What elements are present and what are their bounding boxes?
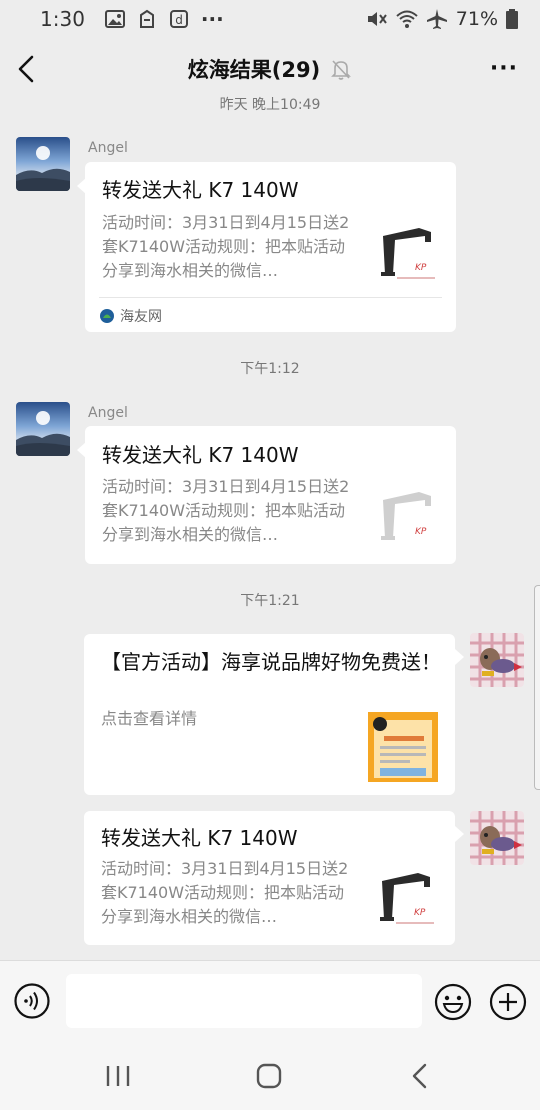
mute-icon: [367, 12, 387, 26]
link-card[interactable]: 转发送大礼 K7 140W 活动时间：3月31日到4月15日送2套K7140W活…: [85, 162, 456, 332]
chat-header: 炫海结果(29) ···: [0, 38, 540, 100]
source-name: 海友网: [120, 309, 162, 325]
svg-text:d: d: [175, 13, 183, 27]
link-card[interactable]: 转发送大礼 K7 140W 活动时间：3月31日到4月15日送2套K7140W活…: [85, 426, 456, 564]
card-title: 【官方活动】海享说品牌好物免费送！: [101, 650, 441, 674]
product-thumbnail: KP: [374, 863, 444, 933]
card-source: 海友网: [100, 306, 162, 326]
sender-name: Angel: [88, 405, 128, 421]
avatar[interactable]: [470, 633, 524, 687]
timestamp: 昨天 晚上10:49: [219, 97, 321, 113]
status-bar: 1:30 d ··· 71%: [0, 0, 540, 38]
card-title: 转发送大礼 K7 140W: [101, 826, 298, 850]
svg-text:KP: KP: [415, 263, 427, 273]
card-description: 活动时间：3月31日到4月15日送2套K7140W活动规则：把本贴活动分享到海水…: [102, 213, 350, 280]
bubble-tail: [455, 649, 464, 665]
bubble-tail: [455, 826, 464, 842]
dict-icon: d: [169, 10, 188, 28]
message-list[interactable]: 昨天 晚上10:49 Angel 转发送大礼 K7 140W 活动时间：3月31…: [0, 92, 540, 960]
link-card[interactable]: 【官方活动】海享说品牌好物免费送！ 点击查看详情: [84, 634, 455, 795]
card-divider: [99, 297, 442, 298]
scroll-indicator[interactable]: [534, 585, 540, 790]
notification-icons: d ···: [104, 7, 224, 31]
input-bar: [0, 960, 540, 1042]
battery-percent: 71%: [455, 8, 498, 30]
more-dots-icon: ···: [200, 7, 224, 31]
airplane-icon: [426, 9, 447, 29]
card-description: 活动时间：3月31日到4月15日送2套K7140W活动规则：把本贴活动分享到海水…: [101, 859, 349, 926]
wifi-icon: [396, 10, 418, 28]
promo-thumbnail: [368, 712, 438, 782]
chevron-left-icon[interactable]: [14, 52, 44, 86]
title-group: 炫海结果(29): [188, 54, 352, 84]
product-thumbnail: KP: [375, 218, 445, 288]
chat-title: 炫海结果(29): [187, 58, 321, 82]
avatar[interactable]: [16, 402, 70, 456]
svg-text:KP: KP: [414, 908, 426, 918]
message-input[interactable]: [66, 974, 422, 1028]
bell-muted-icon: [331, 60, 352, 80]
timestamp: 下午1:21: [240, 593, 300, 609]
card-description: 活动时间：3月31日到4月15日送2套K7140W活动规则：把本贴活动分享到海水…: [102, 477, 350, 544]
avatar[interactable]: [470, 811, 524, 865]
voice-icon[interactable]: [14, 983, 50, 1019]
sender-name: Angel: [88, 140, 128, 156]
clipboard-icon: [139, 9, 154, 28]
svg-text:KP: KP: [415, 527, 427, 537]
card-description: 点击查看详情: [101, 709, 198, 728]
status-time: 1:30: [40, 7, 85, 31]
system-navigation-bar: [0, 1042, 540, 1110]
card-title: 转发送大礼 K7 140W: [102, 178, 299, 202]
site-logo-icon: [100, 309, 114, 323]
more-options-button[interactable]: ···: [490, 56, 518, 81]
card-title: 转发送大礼 K7 140W: [102, 443, 299, 467]
product-thumbnail: KP: [375, 482, 445, 552]
image-icon: [104, 10, 125, 28]
system-status-icons: 71%: [366, 8, 518, 30]
emoji-icon[interactable]: [434, 983, 472, 1021]
link-card[interactable]: 转发送大礼 K7 140W 活动时间：3月31日到4月15日送2套K7140W活…: [84, 811, 455, 945]
back-icon[interactable]: [400, 1060, 440, 1092]
home-icon[interactable]: [249, 1060, 289, 1092]
timestamp: 下午1:12: [240, 361, 300, 377]
plus-circle-icon[interactable]: [489, 983, 527, 1021]
battery-icon: [506, 9, 518, 29]
avatar[interactable]: [16, 137, 70, 191]
recents-icon[interactable]: [98, 1060, 138, 1092]
